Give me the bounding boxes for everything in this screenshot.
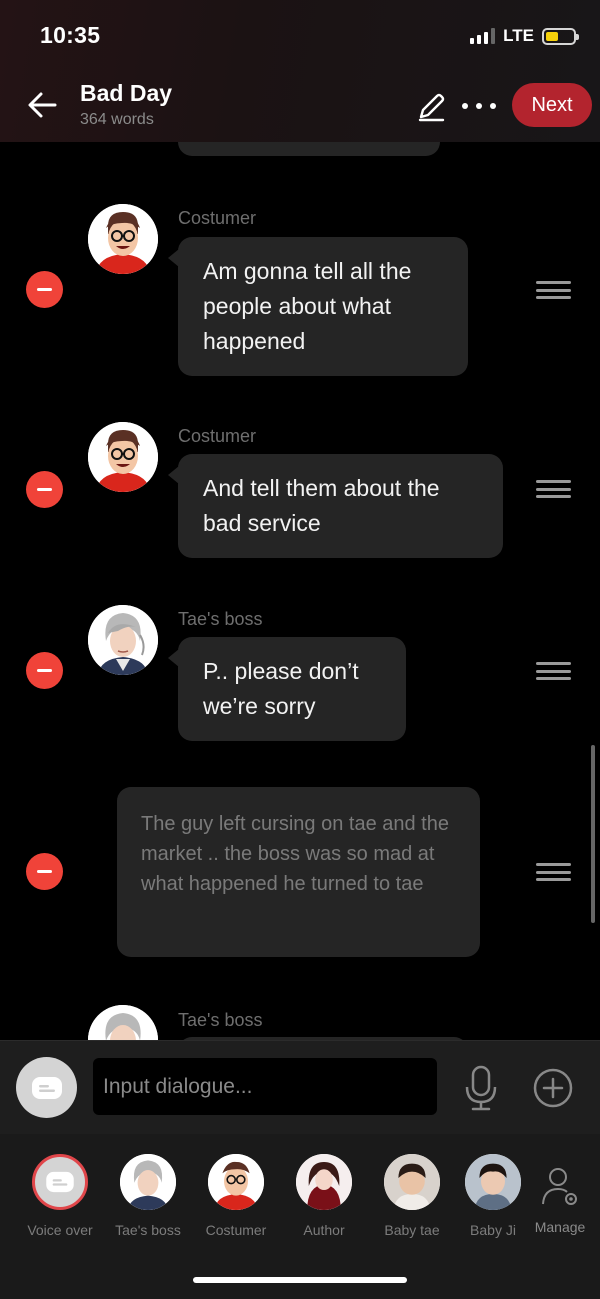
dialogue-bubble[interactable]: Am gonna tell all the people about what … [168,237,468,376]
user-settings-icon [542,1168,577,1205]
dialogue-list[interactable]: Costumer Am gonna tell all the people ab… [0,142,600,1040]
previous-message-bubble [178,142,440,156]
taes-boss-avatar[interactable] [88,605,158,675]
character-bar: Voice over Tae's boss Costumer Author Ba… [0,1134,600,1299]
dot-icon [462,103,468,109]
back-button[interactable] [24,88,60,122]
character-name: Tae's boss [115,1222,181,1238]
pencil-icon [418,93,445,122]
drag-handle-icon[interactable] [536,281,571,299]
battery-icon [542,27,579,45]
edit-button[interactable] [414,90,448,124]
dot-icon [490,103,496,109]
speaker-name: Tae's boss [178,1010,263,1030]
network-label: LTE [503,26,534,45]
arrow-left-icon [28,92,57,118]
dialogue-input[interactable] [93,1058,437,1115]
status-time: 10:35 [40,22,101,48]
narration-bubble[interactable]: The guy left cursing on tae and the mark… [117,787,480,957]
author-avatar [296,1154,352,1210]
home-indicator[interactable] [193,1277,407,1283]
remove-dialogue-button[interactable] [26,471,63,508]
plus-circle-icon [533,1068,573,1108]
character-costumer[interactable]: Costumer [191,1154,281,1238]
speaker-name: Costumer [178,208,257,228]
microphone-button[interactable] [462,1065,500,1111]
costumer-avatar[interactable] [88,422,158,492]
add-button[interactable] [533,1068,573,1108]
costumer-avatar [208,1154,264,1210]
baby-ji-avatar [465,1154,521,1210]
drag-handle-icon[interactable] [536,863,571,881]
drag-handle-icon[interactable] [536,480,571,498]
drag-handle-icon[interactable] [536,662,571,680]
remove-dialogue-button[interactable] [26,271,63,308]
header: 10:35 LTE Bad Day 364 words Next [0,0,600,142]
character-voice-over[interactable]: Voice over [15,1154,105,1238]
remove-dialogue-button[interactable] [26,853,63,890]
signal-icon [470,28,496,44]
dot-icon [476,103,482,109]
speaker-name: Tae's boss [178,609,263,629]
voice-over-icon [32,1154,88,1210]
status-indicators: LTE [470,26,579,46]
character-taes-boss[interactable]: Tae's boss [103,1154,193,1238]
taes-boss-avatar[interactable] [88,1005,158,1040]
character-baby-ji[interactable]: Baby Ji [455,1154,531,1238]
manage-label: Manage [534,1219,586,1235]
character-name: Voice over [27,1222,93,1238]
next-button[interactable]: Next [512,83,592,127]
character-name: Costumer [205,1222,267,1238]
character-name: Baby tae [384,1222,440,1238]
costumer-avatar[interactable] [88,204,158,274]
voice-over-toggle[interactable] [16,1057,77,1118]
baby-tae-avatar [384,1154,440,1210]
chat-bubble-icon [31,1076,62,1099]
word-count: 364 words [80,111,154,128]
character-name: Baby Ji [470,1222,516,1238]
scrollbar[interactable] [591,745,595,923]
input-bar [0,1040,600,1134]
remove-dialogue-button[interactable] [26,652,63,689]
microphone-icon [465,1065,497,1111]
dialogue-bubble[interactable]: P.. please don’t we’re sorry [168,637,406,741]
speaker-name: Costumer [178,426,257,446]
character-author[interactable]: Author [279,1154,369,1238]
dialogue-bubble[interactable]: And tell them about the bad service [168,454,503,558]
more-options-button[interactable] [460,96,498,116]
taes-boss-avatar [120,1154,176,1210]
character-baby-tae[interactable]: Baby tae [367,1154,457,1238]
story-title: Bad Day [80,80,173,106]
manage-characters-button[interactable]: Manage [530,1164,590,1235]
character-name: Author [303,1222,345,1238]
